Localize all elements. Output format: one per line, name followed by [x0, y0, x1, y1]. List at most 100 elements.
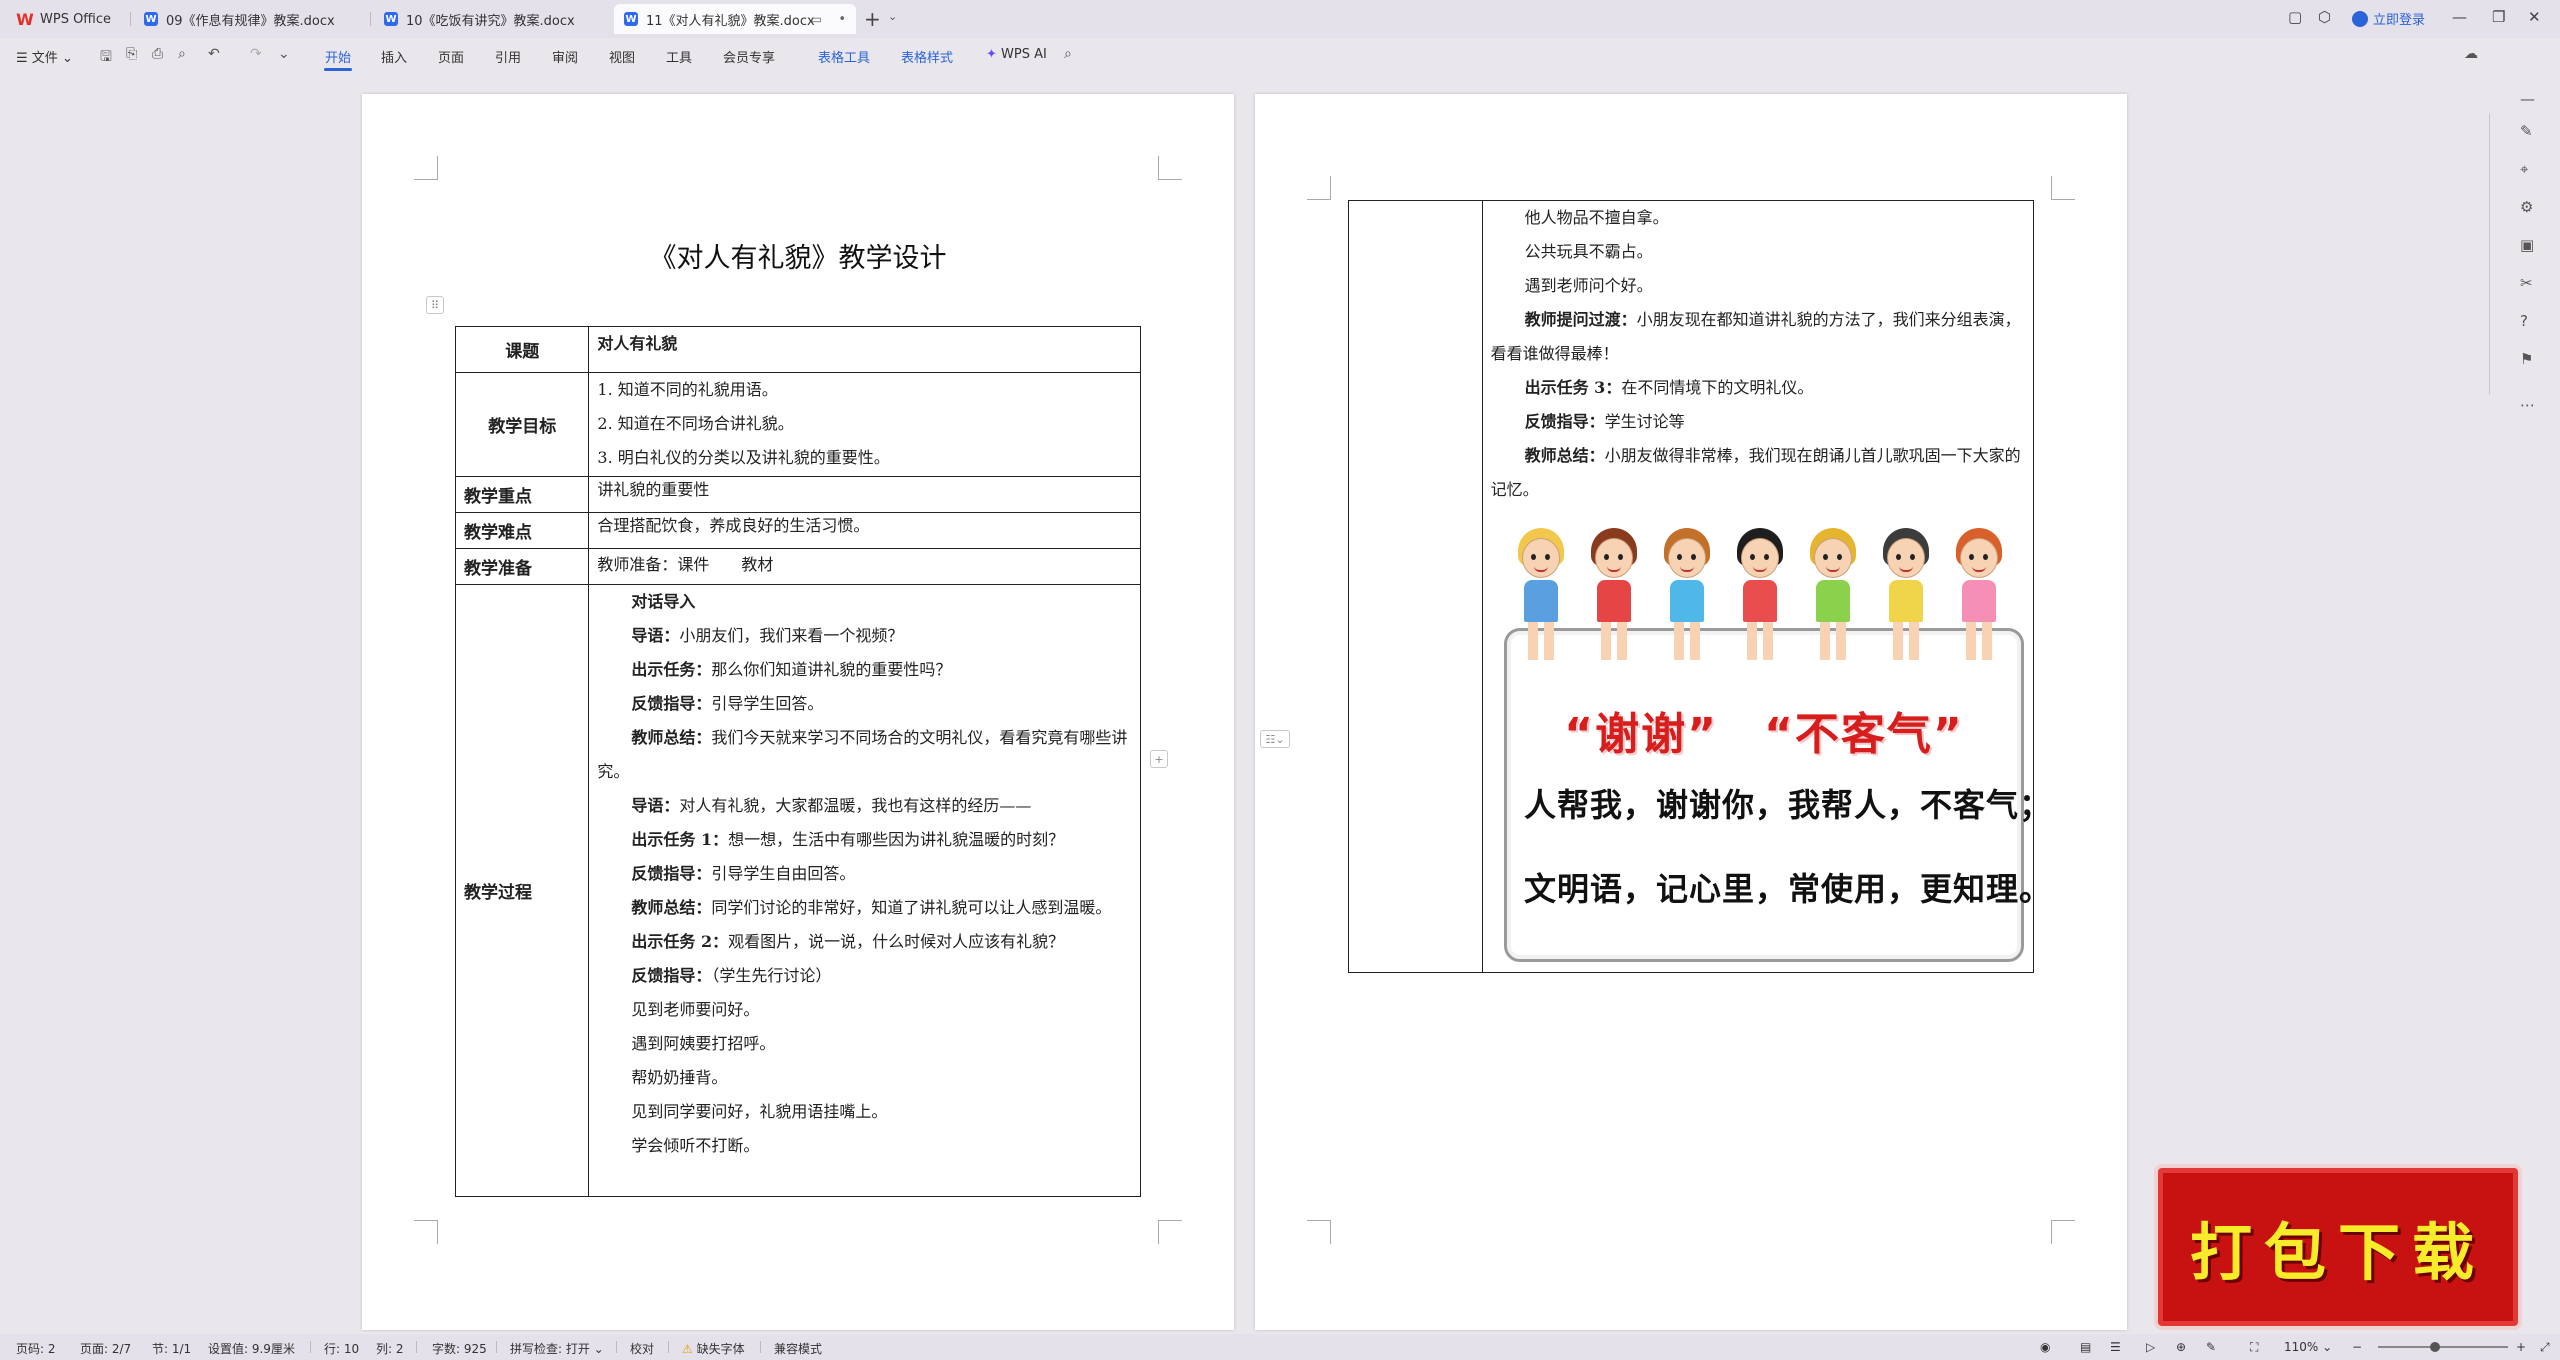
outline-view-icon[interactable]: ☰	[2110, 1340, 2121, 1354]
tab-doc-09[interactable]: W 09《作息有规律》教案.docx	[134, 4, 366, 34]
process-line-text: 他人物品不擅自拿。	[1524, 208, 1669, 227]
login-button[interactable]: 立即登录	[2352, 9, 2425, 28]
cloud-sync-icon[interactable]: ☁	[2464, 46, 2478, 62]
process-line: 教师总结：小朋友做得非常棒，我们现在朗诵儿首儿歌巩固一下大家的记忆。	[1483, 439, 2033, 507]
export-pdf-icon[interactable]: ⎘	[126, 46, 137, 62]
tab-member[interactable]: 会员专享	[723, 47, 775, 66]
status-spell-check[interactable]: 拼写检查: 打开 ⌄	[510, 1340, 604, 1357]
process-line-lead: 出示任务：	[631, 660, 712, 679]
user-avatar-icon	[2352, 10, 2368, 27]
table-select-handle-icon[interactable]: ☷⌄	[1260, 730, 1290, 748]
help-icon[interactable]: ?	[2520, 312, 2528, 330]
key-value-cell[interactable]: 讲礼貌的重要性	[588, 476, 1141, 513]
tab-wps-home[interactable]: W WPS Office	[8, 4, 128, 34]
process-line-lead: 反馈指导：	[1524, 412, 1605, 431]
more-icon[interactable]: ⋯	[2520, 396, 2535, 414]
tab-tools[interactable]: 工具	[666, 47, 692, 66]
tab-review[interactable]: 审阅	[552, 47, 578, 66]
zoom-in-icon[interactable]: +	[2516, 1340, 2526, 1354]
wps-logo-icon: W	[16, 9, 34, 29]
tools-icon[interactable]: ✂	[2520, 274, 2533, 292]
login-label: 立即登录	[2373, 13, 2426, 28]
process-line: 遇到老师问个好。	[1483, 269, 2033, 303]
status-column[interactable]: 列: 2	[376, 1340, 404, 1357]
zoom-slider[interactable]	[2378, 1342, 2508, 1352]
image-tool-icon[interactable]: ▣	[2520, 236, 2534, 254]
save-icon[interactable]: 🖫	[100, 46, 112, 70]
process-line: 出示任务 2：观看图片，说一说，什么时候对人应该有礼貌？	[589, 925, 1140, 959]
badge-text: 打包下载	[2189, 1216, 2486, 1289]
minimize-icon[interactable]: —	[2452, 8, 2467, 26]
process-line-text: 那么你们知道讲礼貌的重要性吗？	[711, 660, 952, 679]
tab-home[interactable]: 开始	[325, 47, 351, 66]
shirt-icon[interactable]: ⚑	[2520, 350, 2533, 368]
status-section[interactable]: 节: 1/1	[152, 1340, 191, 1357]
status-word-count[interactable]: 字数: 925	[432, 1340, 487, 1357]
topic-value-cell[interactable]: 对人有礼貌	[588, 326, 1141, 373]
process-line: 出示任务 3：在不同情境下的文明礼仪。	[1483, 371, 2033, 405]
web-view-icon[interactable]: ⊕	[2176, 1340, 2186, 1354]
tab-references[interactable]: 引用	[495, 47, 521, 66]
goals-cell[interactable]: 1. 知道不同的礼貌用语。 2. 知道在不同场合讲礼貌。 3. 明白礼仪的分类以…	[588, 372, 1141, 477]
close-window-icon[interactable]: ✕	[2528, 8, 2541, 26]
fullscreen-icon[interactable]: ⤢	[2540, 1340, 2550, 1355]
process-line-text: 同学们讨论的非常好，知道了讲礼貌可以让人感到温暖。	[711, 898, 1112, 917]
window-layout-icon[interactable]: ▢	[2288, 8, 2302, 26]
redo-icon[interactable]: ↷	[250, 46, 262, 62]
tab-doc-11-active[interactable]: W 11《对人有礼貌》教案.docx ▭ •	[614, 4, 856, 34]
tab-insert[interactable]: 插入	[381, 47, 407, 66]
difficulty-label: 教学难点	[454, 512, 590, 549]
status-row[interactable]: 行: 10	[324, 1340, 359, 1357]
status-compat-mode[interactable]: 兼容模式	[774, 1340, 822, 1357]
table-row-topic: 课题 对人有礼貌	[454, 326, 1141, 373]
page-1[interactable]: 《对人有礼貌》教学设计 ⠿ + 课题 对人有礼貌 教学目标 1. 知道不同的礼貌…	[362, 94, 1234, 1330]
status-page-number[interactable]: 页码: 2	[16, 1340, 56, 1357]
tab-view[interactable]: 视图	[609, 47, 635, 66]
download-bundle-badge[interactable]: 打包下载	[2158, 1168, 2518, 1326]
zoom-slider-knob[interactable]	[2430, 1342, 2440, 1352]
new-tab-plus-icon[interactable]: +	[864, 7, 881, 31]
settings-sliders-icon[interactable]: ⚙	[2520, 198, 2533, 216]
wps-ai-button[interactable]: ✦ WPS AI	[986, 47, 1047, 62]
process-line: 见到老师要问好。	[589, 993, 1140, 1027]
tab-doc-10[interactable]: W 10《吃饭有讲究》教案.docx	[374, 4, 606, 34]
fit-page-icon[interactable]: ⛶	[2250, 1340, 2258, 1355]
undo-icon[interactable]: ↶	[208, 46, 220, 62]
search-icon[interactable]: ⌕	[1064, 46, 1072, 62]
status-setting[interactable]: 设置值: 9.9厘米	[208, 1340, 295, 1357]
tab-page[interactable]: 页面	[438, 47, 464, 66]
pen-edit-icon[interactable]: ✎	[2520, 122, 2533, 140]
status-pages[interactable]: 页面: 2/7	[80, 1340, 131, 1357]
quick-access-chevron-icon[interactable]: ⌄	[278, 46, 290, 62]
tab-table-tools[interactable]: 表格工具	[818, 47, 870, 66]
page-2[interactable]: 他人物品不擅自拿。 公共玩具不霸占。 遇到老师问个好。 教师提问过渡：小朋友现在都知道…	[1255, 94, 2127, 1330]
table-add-column-icon[interactable]: +	[1150, 750, 1168, 768]
status-missing-font[interactable]: ⚠ 缺失字体	[682, 1340, 745, 1357]
process-cell[interactable]: 对话导入 导语：小朋友们，我们来看一个视频？ 出示任务：那么你们知道讲礼貌的重要性吗…	[588, 584, 1141, 1197]
play-icon[interactable]: ▷	[2146, 1340, 2155, 1354]
zoom-out-icon[interactable]: −	[2352, 1340, 2362, 1354]
process-line-lead: 导语：	[631, 796, 680, 815]
cube-icon[interactable]: ⬡	[2318, 8, 2331, 26]
print-preview-icon[interactable]: ⌕	[178, 46, 186, 62]
restore-icon[interactable]: ❐	[2492, 8, 2505, 26]
file-menu[interactable]: ☰ 文件 ⌄	[16, 47, 73, 66]
eye-protection-icon[interactable]: ◉	[2040, 1340, 2050, 1354]
pen-mode-icon[interactable]: ✎	[2206, 1340, 2216, 1354]
tab-list-chevron-icon[interactable]: ⌄	[888, 10, 897, 23]
status-proofread[interactable]: 校对	[630, 1340, 654, 1357]
process-line-text: 遇到老师问个好。	[1524, 276, 1653, 295]
page-view-icon[interactable]: ▤	[2080, 1340, 2091, 1354]
print-icon[interactable]: ⎙	[152, 46, 163, 62]
zoom-level[interactable]: 110% ⌄	[2284, 1340, 2332, 1354]
monitor-icon[interactable]: ▭	[811, 12, 822, 26]
difficulty-value-cell[interactable]: 合理搭配饮食，养成良好的生活习惯。	[588, 512, 1141, 549]
prep-value-cell[interactable]: 教师准备：课件 教材	[588, 548, 1141, 585]
select-cursor-icon[interactable]: ⌖	[2520, 160, 2528, 178]
tab-table-style[interactable]: 表格样式	[901, 47, 953, 66]
close-tab-icon[interactable]: •	[838, 12, 846, 27]
table-move-handle-icon[interactable]: ⠿	[426, 296, 444, 314]
active-tab-indicator	[324, 68, 352, 71]
process-line: 出示任务：那么你们知道讲礼貌的重要性吗？	[589, 653, 1140, 687]
collapse-icon[interactable]: —	[2520, 90, 2535, 108]
